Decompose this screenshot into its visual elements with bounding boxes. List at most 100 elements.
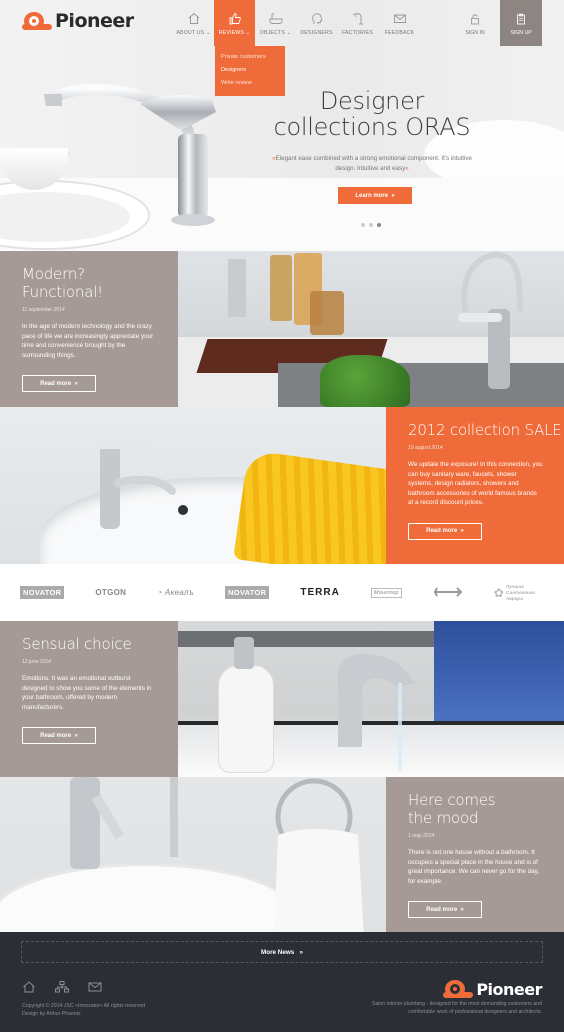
post-title: 2012 collection SALE [408,421,562,439]
dropdown-item-write-review[interactable]: Write review [221,80,285,86]
nav-about-us[interactable]: About us ⌄ [173,0,214,46]
bathroom-sink-photo [0,407,386,564]
home-icon [187,12,201,25]
post-text: There is not one house without a bathroo… [408,849,540,885]
bathtub-icon [269,12,283,25]
tall-faucet-image [70,777,178,869]
read-more-button[interactable]: Read more » [408,901,482,918]
hero-subtitle: «Elegant ease combined with a strong emo… [272,155,472,172]
post-date: 1 may 2014 [408,833,435,839]
post-title: Here comes the mood [408,791,496,827]
logo[interactable]: Pioneer [22,10,134,32]
post-date: 12 june 2014 [22,659,51,665]
read-more-button[interactable]: Read more » [408,522,482,540]
brand-logo-novator[interactable]: NOVATOR [20,586,65,599]
jar [228,259,246,317]
wrench-logo-icon [433,586,463,597]
sign-up-label: Sign up [510,30,532,36]
dispenser-pump [234,637,254,669]
double-chevron-down-icon: » [299,948,303,956]
jar [270,255,292,321]
drop-logo-icon: ◔ [157,588,163,597]
head-icon [310,12,324,25]
snail-logo-icon [22,10,52,32]
read-more-label: Read more [40,380,72,387]
yellow-towel [233,449,386,564]
nav-factories[interactable]: Factories [337,0,378,46]
reviews-dropdown: Private customers Designers Write review [215,46,285,96]
double-chevron-right-icon: » [460,906,464,913]
hero-subtitle-text: Elegant ease combined with a strong emot… [275,155,472,172]
brand-logo-otgon[interactable]: OTGON [95,588,126,597]
design-credit: Design by Arthur Phoenix [22,1011,81,1017]
main-nav: About us ⌄ Reviews ⌄ Objects ⌄ Designers… [173,0,421,46]
brand-logo-wrench[interactable] [433,586,463,600]
hero-learn-more-button[interactable]: Learn more » [338,187,412,204]
footer-logo[interactable]: Pioneer [443,978,542,1000]
post-text: We update the exposure! In this connecti… [408,461,543,506]
nav-reviews[interactable]: Reviews ⌄ [214,0,255,46]
dropdown-item-designers[interactable]: Designers [221,67,285,73]
post-card-3: Sensual choice 12 june 2014 Emotions. It… [0,621,178,777]
nav-designers[interactable]: Designers [296,0,337,46]
read-more-button[interactable]: Read more » [22,375,96,392]
brand-logo-akvatal-label: Акеалъ [164,588,194,597]
brand-logo-terra[interactable]: TERRA [300,587,339,598]
post-date: 19 august 2014 [408,445,443,451]
nav-objects[interactable]: Objects ⌄ [255,0,296,46]
brand-logo-novator-2[interactable]: NOVATOR [225,586,270,599]
hero-faucet-image [44,84,216,226]
basin-faucet-image [96,437,176,529]
footer-description: Salon interior plumbing - designed for t… [371,1001,542,1015]
post-text: Emotions. It was an emotional outburst d… [22,675,152,711]
slider-dot-2[interactable] [369,223,373,227]
read-more-button[interactable]: Read more » [22,727,96,744]
slider-dot-1[interactable] [361,223,365,227]
footer-icons [22,981,121,993]
post-text: In the age of modern technology and the … [22,323,154,359]
read-more-label: Read more [40,732,72,739]
clipboard-icon [517,13,525,25]
nav-feedback[interactable]: Feedback [378,0,421,46]
lock-icon [471,14,479,25]
towel-ring-image [274,778,364,932]
sitemap-icon[interactable] [55,981,69,993]
chevron-down-icon: ⌄ [245,30,251,36]
sign-up-button[interactable]: Sign up [500,0,542,46]
slider-dot-3[interactable] [377,223,381,227]
kitchen-photo [178,251,564,407]
flower-logo-icon: ✿ [493,585,505,600]
faucet-icon [351,12,365,25]
envelope-icon[interactable] [88,981,102,993]
kitchen-faucet-image [458,251,523,389]
slider-dots [361,223,385,227]
snail-logo-icon [443,978,474,1000]
auth-nav: Sign in Sign up [460,0,542,46]
brand-logo-aurora-label: Лучшие Сантехники Аврора [505,583,536,601]
hero-button-label: Learn more [355,192,388,199]
post-title: Modern? Functional! [22,265,103,301]
sign-in-button[interactable]: Sign in [460,0,490,46]
brand-logo-aurora[interactable]: ✿ Лучшие Сантехники Аврора [494,584,544,602]
thumbs-up-icon [228,12,242,25]
home-icon[interactable] [22,981,36,993]
envelope-icon [393,12,407,25]
double-chevron-right-icon: » [391,192,395,199]
double-chevron-right-icon: » [74,732,78,739]
more-news-button[interactable]: More News » [21,941,543,963]
brand-logo-monopor[interactable]: Монопор [370,587,402,598]
dropdown-item-private-customers[interactable]: Private customers [221,54,285,60]
post-title: Sensual choice [22,635,132,653]
brand-logo-akvatal[interactable]: ◔ Акеалъ [157,588,194,597]
sensor-faucet-image [338,653,416,771]
nav-factories-label: Factories [341,30,374,36]
copyright-text: Copyright © 2014 JSC «Innovator» All rig… [22,1003,146,1009]
sensor-faucet-photo [178,621,564,777]
nav-designers-label: Designers [300,30,333,36]
nav-reviews-label: Reviews [218,30,245,36]
more-news-label: More News [260,948,295,956]
blue-wall [434,621,564,731]
nav-feedback-label: Feedback [384,30,415,36]
footer-logo-text: Pioneer [476,979,542,999]
copyright: Copyright © 2014 JSC «Innovator» All rig… [22,1002,145,1018]
